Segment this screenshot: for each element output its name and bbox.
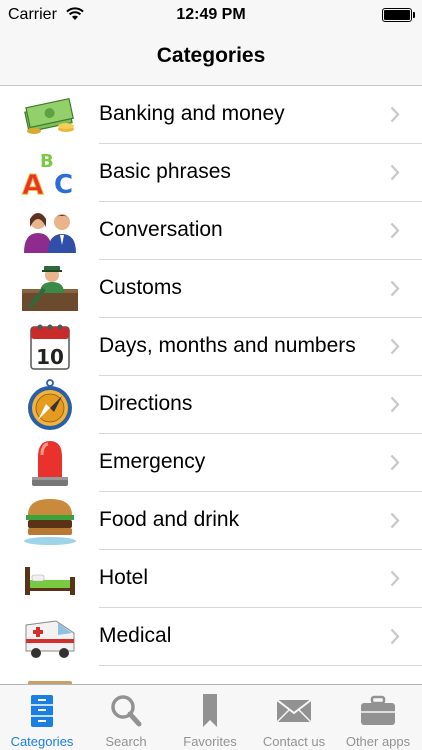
category-row-days-months-numbers[interactable]: 10 Days, months and numbers: [0, 318, 422, 376]
battery-icon: [382, 8, 415, 22]
category-row-hotel[interactable]: Hotel: [0, 550, 422, 608]
tab-search[interactable]: Search: [84, 685, 168, 750]
chevron-right-icon: [390, 512, 400, 529]
tab-favorites[interactable]: Favorites: [168, 685, 252, 750]
partial-category-icon: [28, 681, 72, 684]
category-label: Banking and money: [99, 102, 285, 125]
envelope-icon: [276, 699, 312, 723]
category-row-medical[interactable]: Medical: [0, 608, 422, 666]
chevron-right-icon: [390, 396, 400, 413]
category-row-banking[interactable]: Banking and money: [0, 86, 422, 144]
navigation-bar: Categories: [0, 30, 422, 86]
ambulance-icon: [25, 620, 75, 658]
people-icon: [24, 213, 76, 253]
tab-bar: Categories Search Favorites Contact us O…: [0, 684, 422, 750]
page-title: Categories: [156, 44, 266, 67]
tab-label: Categories: [10, 734, 74, 749]
status-bar: Carrier 12:49 PM: [0, 0, 422, 30]
category-row-partial[interactable]: [0, 666, 422, 684]
chevron-right-icon: [390, 222, 400, 239]
briefcase-icon: [361, 695, 395, 725]
chevron-right-icon: [390, 570, 400, 587]
bookmark-icon: [203, 694, 217, 727]
burger-icon: [24, 499, 76, 545]
category-label: Food and drink: [99, 508, 240, 531]
chevron-right-icon: [390, 164, 400, 181]
category-label: Basic phrases: [99, 160, 231, 183]
svg-text:A: A: [22, 168, 44, 199]
category-label: Conversation: [99, 218, 223, 241]
chevron-right-icon: [390, 106, 400, 123]
money-icon: [24, 97, 74, 134]
tab-label: Favorites: [183, 734, 237, 749]
category-label: Hotel: [99, 566, 149, 589]
category-row-directions[interactable]: Directions: [0, 376, 422, 434]
tab-label: Other apps: [345, 734, 411, 749]
bed-icon: [25, 567, 75, 595]
category-row-customs[interactable]: Customs: [0, 260, 422, 318]
chevron-right-icon: [390, 454, 400, 471]
chevron-right-icon: [390, 338, 400, 355]
compass-icon: [28, 379, 72, 430]
chevron-right-icon: [390, 280, 400, 297]
category-row-basic-phrases[interactable]: B A C Basic phrases: [0, 144, 422, 202]
clock: 12:49 PM: [176, 6, 246, 23]
category-label: Directions: [99, 392, 193, 415]
search-icon: [111, 695, 142, 727]
svg-text:C: C: [54, 170, 73, 199]
category-label: Emergency: [99, 450, 206, 473]
siren-icon: [32, 441, 68, 486]
category-label: Days, months and numbers: [99, 334, 356, 357]
abc-blocks-icon: B A C: [22, 151, 74, 199]
tab-label: Contact us: [262, 734, 326, 749]
tab-label: Search: [105, 734, 147, 749]
category-row-food-and-drink[interactable]: Food and drink: [0, 492, 422, 550]
tab-contact-us[interactable]: Contact us: [252, 685, 336, 750]
categories-icon: [31, 695, 53, 727]
tab-other-apps[interactable]: Other apps: [336, 685, 420, 750]
category-label: Medical: [99, 624, 172, 647]
category-row-emergency[interactable]: Emergency: [0, 434, 422, 492]
calendar-icon: 10: [30, 324, 70, 370]
category-label: Customs: [99, 276, 182, 299]
customs-officer-icon: [22, 266, 78, 311]
chevron-right-icon: [390, 628, 400, 645]
category-list[interactable]: Banking and money B A C Basic phrases Co…: [0, 86, 422, 684]
svg-text:10: 10: [36, 345, 64, 369]
tab-categories[interactable]: Categories: [0, 685, 84, 750]
category-row-conversation[interactable]: Conversation: [0, 202, 422, 260]
